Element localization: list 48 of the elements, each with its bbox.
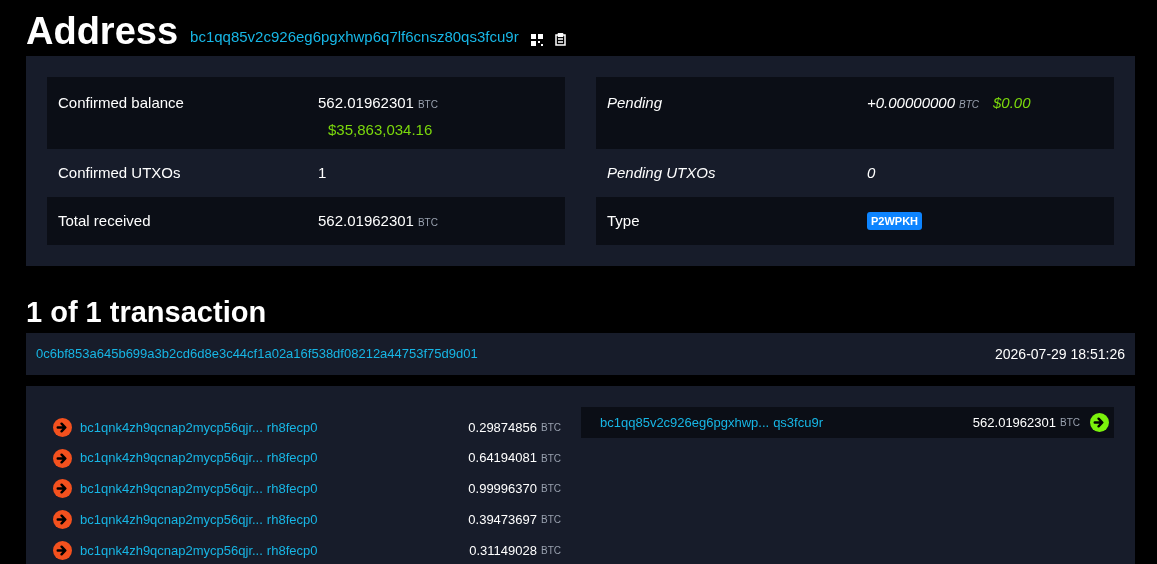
address-link[interactable]: rh8fecp0 (266, 417, 318, 438)
copy-icon[interactable] (554, 33, 567, 46)
address-link[interactable]: bc1qnk4zh9qcnap2mycp56qjr... (80, 510, 263, 530)
count-value: 1 (318, 162, 327, 183)
address-link[interactable]: rh8fecp0 (266, 540, 318, 561)
transaction-id-link[interactable]: 0c6bf853a645b699a3b2cd6d8e3c44cf1a02a16f538df08212a44753f75d9d01 (36, 344, 478, 364)
field-label: Confirmed balance (58, 93, 185, 113)
address-link[interactable]: rh8fecp0 (266, 448, 318, 468)
transaction-time: 2026-07-29 18:51:26 (995, 344, 1125, 364)
field-label: Type (607, 210, 641, 231)
address-link[interactable]: bc1qnk4zh9qcnap2mycp56qjr... (80, 540, 263, 561)
field-label: Confirmed UTXOs (58, 162, 182, 183)
amount-value: 562.01962301 (318, 93, 414, 113)
amount-value: 0.29874856 (468, 418, 537, 437)
amount-value: 562.01962301 (972, 413, 1056, 432)
fiat-value: $0.00 (993, 93, 1031, 113)
currency-unit: BTC (541, 420, 561, 435)
field-label: Pending UTXOs (607, 162, 717, 183)
address-link[interactable]: rh8fecp0 (266, 479, 318, 499)
currency-unit: BTC (541, 482, 561, 497)
amount-value: 562.01962301 (318, 210, 414, 231)
address-link[interactable]: bc1qq85v2c926eg6pgxhwp6q7lf6cnsz80qs3fcu9r (190, 25, 519, 48)
currency-unit: BTC (417, 215, 438, 230)
field-label: Total received (58, 210, 152, 231)
address-link[interactable]: bc1qnk4zh9qcnap2mycp56qjr... (80, 448, 263, 468)
qr-code-icon[interactable] (530, 34, 543, 46)
currency-unit: BTC (541, 513, 561, 528)
currency-unit: BTC (541, 451, 561, 466)
amount-value: 0.64194081 (468, 449, 537, 468)
address-link[interactable]: bc1qnk4zh9qcnap2mycp56qjr... (80, 479, 263, 499)
section-heading: 1 of 1 transaction (26, 295, 268, 330)
amount-value: 0.99996370 (468, 480, 537, 499)
address-link[interactable]: rh8fecp0 (266, 510, 318, 530)
address-link[interactable]: qs3fcu9r (773, 412, 823, 433)
address-link[interactable]: bc1qnk4zh9qcnap2mycp56qjr... (80, 417, 263, 438)
amount-value: 0.39473697 (468, 511, 537, 530)
address-link[interactable]: bc1qq85v2c926eg6pgxhwp... (600, 412, 770, 433)
fiat-value: $35,863,034.16 (328, 119, 434, 140)
amount-value: 0.31149028 (469, 541, 537, 560)
address-type-badge: P2WPKH (867, 211, 923, 231)
currency-unit: BTC (541, 544, 561, 559)
field-label: Pending (607, 93, 664, 113)
count-value: 0 (867, 162, 876, 183)
currency-unit: BTC (1060, 416, 1080, 430)
page-title: Address (26, 12, 179, 50)
amount-value: +0.00000000 (867, 93, 955, 113)
currency-unit: BTC (959, 98, 979, 112)
currency-unit: BTC (417, 98, 438, 112)
